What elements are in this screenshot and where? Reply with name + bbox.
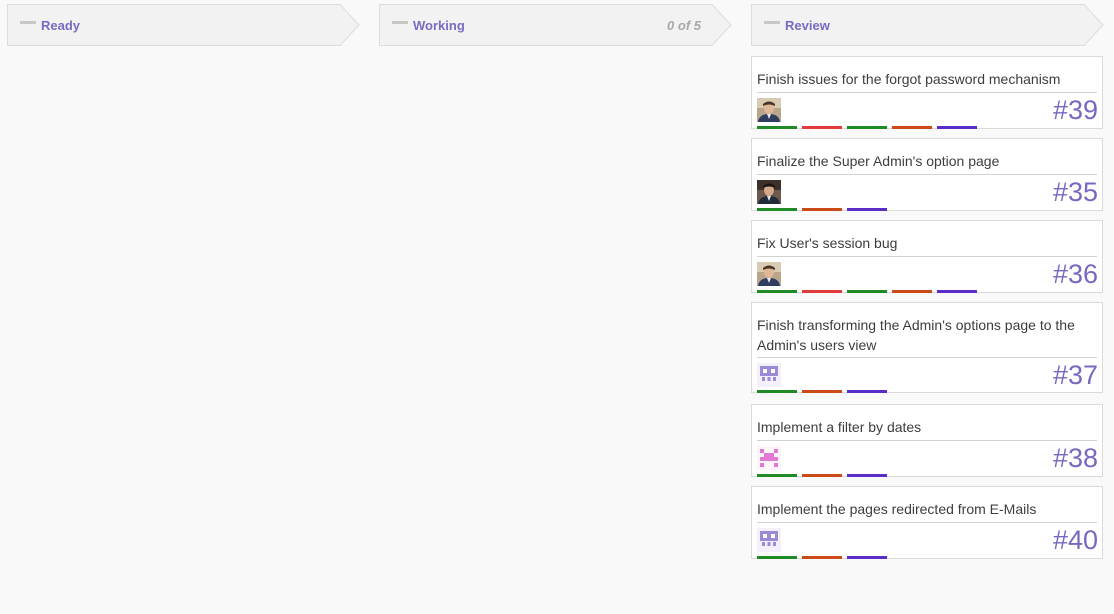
card-divider — [757, 92, 1097, 93]
issue-number[interactable]: #35 — [1053, 177, 1098, 207]
label-bar[interactable] — [847, 390, 887, 393]
column-title: Review — [785, 18, 830, 33]
issue-number[interactable]: #38 — [1053, 443, 1098, 473]
column-wip-count: 0 of 5 — [667, 18, 701, 33]
issue-title[interactable]: Finalize the Super Admin's option page — [757, 151, 1092, 171]
label-bar[interactable] — [892, 290, 932, 293]
column-header[interactable]: Review — [751, 4, 1104, 46]
assignee-avatar[interactable] — [757, 262, 781, 286]
issue-number[interactable]: #37 — [1053, 360, 1098, 390]
issue-title[interactable]: Fix User's session bug — [757, 233, 1092, 253]
issue-title[interactable]: Finish issues for the forgot password me… — [757, 69, 1092, 89]
column-header[interactable]: Working 0 of 5 — [379, 4, 732, 46]
column-title: Working — [413, 18, 465, 33]
column-header[interactable]: Ready — [7, 4, 360, 46]
card-divider — [757, 440, 1097, 441]
label-bar[interactable] — [802, 126, 842, 129]
issue-title[interactable]: Implement the pages redirected from E-Ma… — [757, 499, 1092, 519]
label-bar[interactable] — [802, 390, 842, 393]
label-bar[interactable] — [892, 126, 932, 129]
label-bar[interactable] — [757, 474, 797, 477]
issue-number[interactable]: #40 — [1053, 525, 1098, 555]
label-bar[interactable] — [757, 390, 797, 393]
issue-title[interactable]: Implement a filter by dates — [757, 417, 1092, 437]
issue-number[interactable]: #36 — [1053, 259, 1098, 289]
label-bar[interactable] — [802, 556, 842, 559]
label-bar[interactable] — [937, 290, 977, 293]
collapse-icon[interactable] — [764, 21, 780, 24]
card-divider — [757, 357, 1097, 358]
assignee-avatar[interactable] — [757, 180, 781, 204]
column-working: Working 0 of 5 — [379, 4, 732, 46]
card-divider — [757, 256, 1097, 257]
collapse-icon[interactable] — [392, 21, 408, 24]
label-bar[interactable] — [757, 208, 797, 211]
identicon-avatar[interactable] — [757, 446, 781, 470]
issue-card[interactable]: Finalize the Super Admin's option page #3… — [751, 138, 1103, 211]
label-bar[interactable] — [802, 208, 842, 211]
label-bar[interactable] — [847, 126, 887, 129]
label-bar[interactable] — [847, 474, 887, 477]
identicon-avatar[interactable] — [757, 363, 781, 387]
column-title: Ready — [41, 18, 81, 33]
issue-card[interactable]: Finish transforming the Admin's options … — [751, 302, 1103, 393]
column-ready: Ready — [7, 4, 360, 46]
identicon-avatar[interactable] — [757, 528, 781, 552]
label-bar[interactable] — [847, 290, 887, 293]
column-review: Review Finish issues for the forgot passw… — [751, 4, 1104, 559]
issue-card[interactable]: Implement the pages redirected from E-Ma… — [751, 486, 1103, 559]
label-bar[interactable] — [757, 556, 797, 559]
label-bar[interactable] — [847, 208, 887, 211]
collapse-icon[interactable] — [20, 21, 36, 24]
label-bar[interactable] — [757, 290, 797, 293]
label-bar[interactable] — [847, 556, 887, 559]
issue-card[interactable]: Fix User's session bug #36 — [751, 220, 1103, 293]
card-divider — [757, 522, 1097, 523]
issue-number[interactable]: #39 — [1053, 95, 1098, 125]
assignee-avatar[interactable] — [757, 98, 781, 122]
label-bar[interactable] — [802, 474, 842, 477]
card-divider — [757, 174, 1097, 175]
issue-card[interactable]: Finish issues for the forgot password me… — [751, 56, 1103, 129]
issue-title[interactable]: Finish transforming the Admin's options … — [757, 315, 1092, 355]
label-bar[interactable] — [937, 126, 977, 129]
label-bar[interactable] — [802, 290, 842, 293]
issue-card[interactable]: Implement a filter by dates #38 — [751, 404, 1103, 477]
label-bar[interactable] — [757, 126, 797, 129]
